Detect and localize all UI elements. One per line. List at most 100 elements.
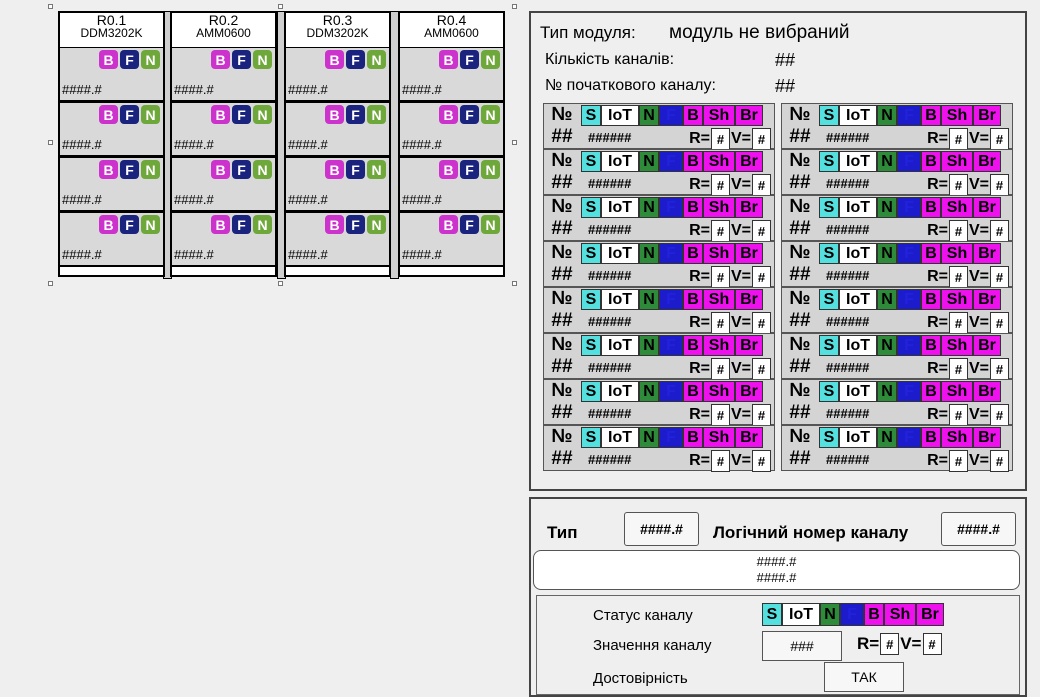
resize-handle[interactable] (278, 281, 283, 286)
badge-n: N (141, 105, 160, 124)
channel-cell[interactable]: № ## S IoT N F B Sh Br ###### R= # V= # (781, 103, 1013, 150)
module-channel[interactable]: B F N ####.# (400, 212, 503, 267)
channel-badges: BFN (211, 160, 272, 179)
badge-n: N (253, 105, 272, 124)
channel-cell[interactable]: № ## S IoT N F B Sh Br ###### R= # V= # (781, 149, 1013, 196)
channel-flags: S IoT N F B Sh Br (581, 289, 763, 310)
flag-br: Br (735, 105, 763, 126)
badge-b: B (439, 160, 458, 179)
module-channel[interactable]: B F N ####.# (286, 212, 389, 267)
badge-b: B (99, 160, 118, 179)
cell-no-label: № (551, 196, 573, 217)
channel-underline (400, 265, 503, 267)
resize-handle[interactable] (512, 140, 517, 145)
v-value: # (752, 404, 771, 426)
flag-n: N (639, 151, 659, 172)
flag-iot: IoT (601, 381, 639, 402)
channel-cell[interactable]: № ## S IoT N F B Sh Br ###### R= # V= # (781, 287, 1013, 334)
rack-module[interactable]: R0.1 DDM3202K B F N ####.# B F N ####.# B F N ####.# B… (58, 11, 165, 277)
flag-b: B (921, 151, 941, 172)
module-rack-label: R0.1 (96, 12, 127, 28)
channel-flags: S IoT N F B Sh Br (581, 427, 763, 448)
module-channel[interactable]: B F N ####.# (172, 157, 275, 212)
channel-cell[interactable]: № ## S IoT N F B Sh Br ###### R= # V= # (543, 103, 775, 150)
module-channel[interactable]: B F N ####.# (286, 102, 389, 157)
channel-cell[interactable]: № ## S IoT N F B Sh Br ###### R= # V= # (781, 425, 1013, 472)
badge-b: B (99, 50, 118, 69)
rack-module[interactable]: R0.4 AMM0600 B F N ####.# B F N ####.# B F N ####.# B F… (398, 11, 505, 277)
cell-no-value: ## (551, 356, 573, 377)
flag-s: S (819, 105, 839, 126)
channel-flags: S IoT N F B Sh Br (581, 105, 763, 126)
v-label: V= (968, 406, 989, 423)
resize-handle[interactable] (512, 4, 517, 9)
flag-iot: IoT (601, 289, 639, 310)
flag-f: F (659, 197, 683, 218)
channel-hash: ###### (826, 176, 870, 191)
channel-value: ####.# (62, 82, 102, 97)
r-value: # (948, 450, 968, 472)
channel-type-field[interactable]: ####.# (624, 512, 699, 546)
flag-s: S (819, 335, 839, 356)
channel-value-field[interactable]: ### (762, 631, 842, 661)
flag-f: F (897, 289, 921, 310)
badge-n: N (367, 160, 386, 179)
channel-cell[interactable]: № ## S IoT N F B Sh Br ###### R= # V= # (543, 241, 775, 288)
resize-handle[interactable] (48, 4, 53, 9)
module-channel[interactable]: B F N ####.# (60, 212, 163, 267)
badge-f: F (460, 50, 479, 69)
channel-flags: S IoT N F B Sh Br (819, 381, 1001, 402)
cell-no-label: № (789, 334, 811, 355)
channel-hash: ###### (826, 452, 870, 467)
flag-br: Br (735, 335, 763, 356)
channel-type-label: Тип (547, 523, 578, 542)
badge-b: B (439, 50, 458, 69)
flag-iot: IoT (839, 427, 877, 448)
channel-cell[interactable]: № ## S IoT N F B Sh Br ###### R= # V= # (781, 379, 1013, 426)
channel-number: № ## (544, 150, 580, 196)
rack-module[interactable]: R0.3 DDM3202K B F N ####.# B F N ####.# B F N ####.# B… (284, 11, 391, 277)
module-channel[interactable]: B F N ####.# (400, 102, 503, 157)
v-value: # (752, 220, 771, 242)
channel-flags: S IoT N F B Sh Br (819, 289, 1001, 310)
module-channel[interactable]: B F N ####.# (172, 102, 275, 157)
badge-n: N (141, 160, 160, 179)
channel-cell[interactable]: № ## S IoT N F B Sh Br ###### R= # V= # (543, 287, 775, 334)
r-label: R= (927, 314, 948, 331)
channel-hash: ###### (588, 268, 632, 283)
r-value: # (710, 450, 730, 472)
module-channel[interactable]: B F N ####.# (286, 47, 389, 102)
channel-flags: S IoT N F B Sh Br (581, 381, 763, 402)
cell-no-value: ## (789, 356, 811, 377)
flag-sh: Sh (941, 151, 973, 172)
module-channel[interactable]: B F N ####.# (286, 157, 389, 212)
channel-cell[interactable]: № ## S IoT N F B Sh Br ###### R= # V= # (781, 195, 1013, 242)
channel-cell[interactable]: № ## S IoT N F B Sh Br ###### R= # V= # (543, 149, 775, 196)
module-channel[interactable]: B F N ####.# (60, 47, 163, 102)
r-value: # (948, 220, 968, 242)
module-channel[interactable]: B F N ####.# (400, 47, 503, 102)
module-channel[interactable]: B F N ####.# (400, 157, 503, 212)
channel-rv: R= # V= # (689, 358, 771, 380)
channel-cell[interactable]: № ## S IoT N F B Sh Br ###### R= # V= # (543, 195, 775, 242)
module-channel[interactable]: B F N ####.# (172, 47, 275, 102)
rack-module[interactable]: R0.2 AMM0600 B F N ####.# B F N ####.# B F N ####.# B F… (170, 11, 277, 277)
module-channel[interactable]: B F N ####.# (60, 102, 163, 157)
flag-n: N (639, 197, 659, 218)
module-channel[interactable]: B F N ####.# (60, 157, 163, 212)
flag-n: N (639, 335, 659, 356)
logical-number-field[interactable]: ####.# (941, 512, 1016, 546)
channel-cell[interactable]: № ## S IoT N F B Sh Br ###### R= # V= # (781, 241, 1013, 288)
channel-cell[interactable]: № ## S IoT N F B Sh Br ###### R= # V= # (543, 333, 775, 380)
flag-iot: IoT (839, 289, 877, 310)
channel-cell[interactable]: № ## S IoT N F B Sh Br ###### R= # V= # (543, 379, 775, 426)
resize-handle[interactable] (48, 281, 53, 286)
module-channel[interactable]: B F N ####.# (172, 212, 275, 267)
resize-handle[interactable] (512, 281, 517, 286)
channel-rv: R= # V= # (927, 174, 1009, 196)
channel-cell[interactable]: № ## S IoT N F B Sh Br ###### R= # V= # (781, 333, 1013, 380)
channel-cell[interactable]: № ## S IoT N F B Sh Br ###### R= # V= # (543, 425, 775, 472)
resize-handle[interactable] (48, 140, 53, 145)
resize-handle[interactable] (278, 4, 283, 9)
flag-n: N (639, 105, 659, 126)
